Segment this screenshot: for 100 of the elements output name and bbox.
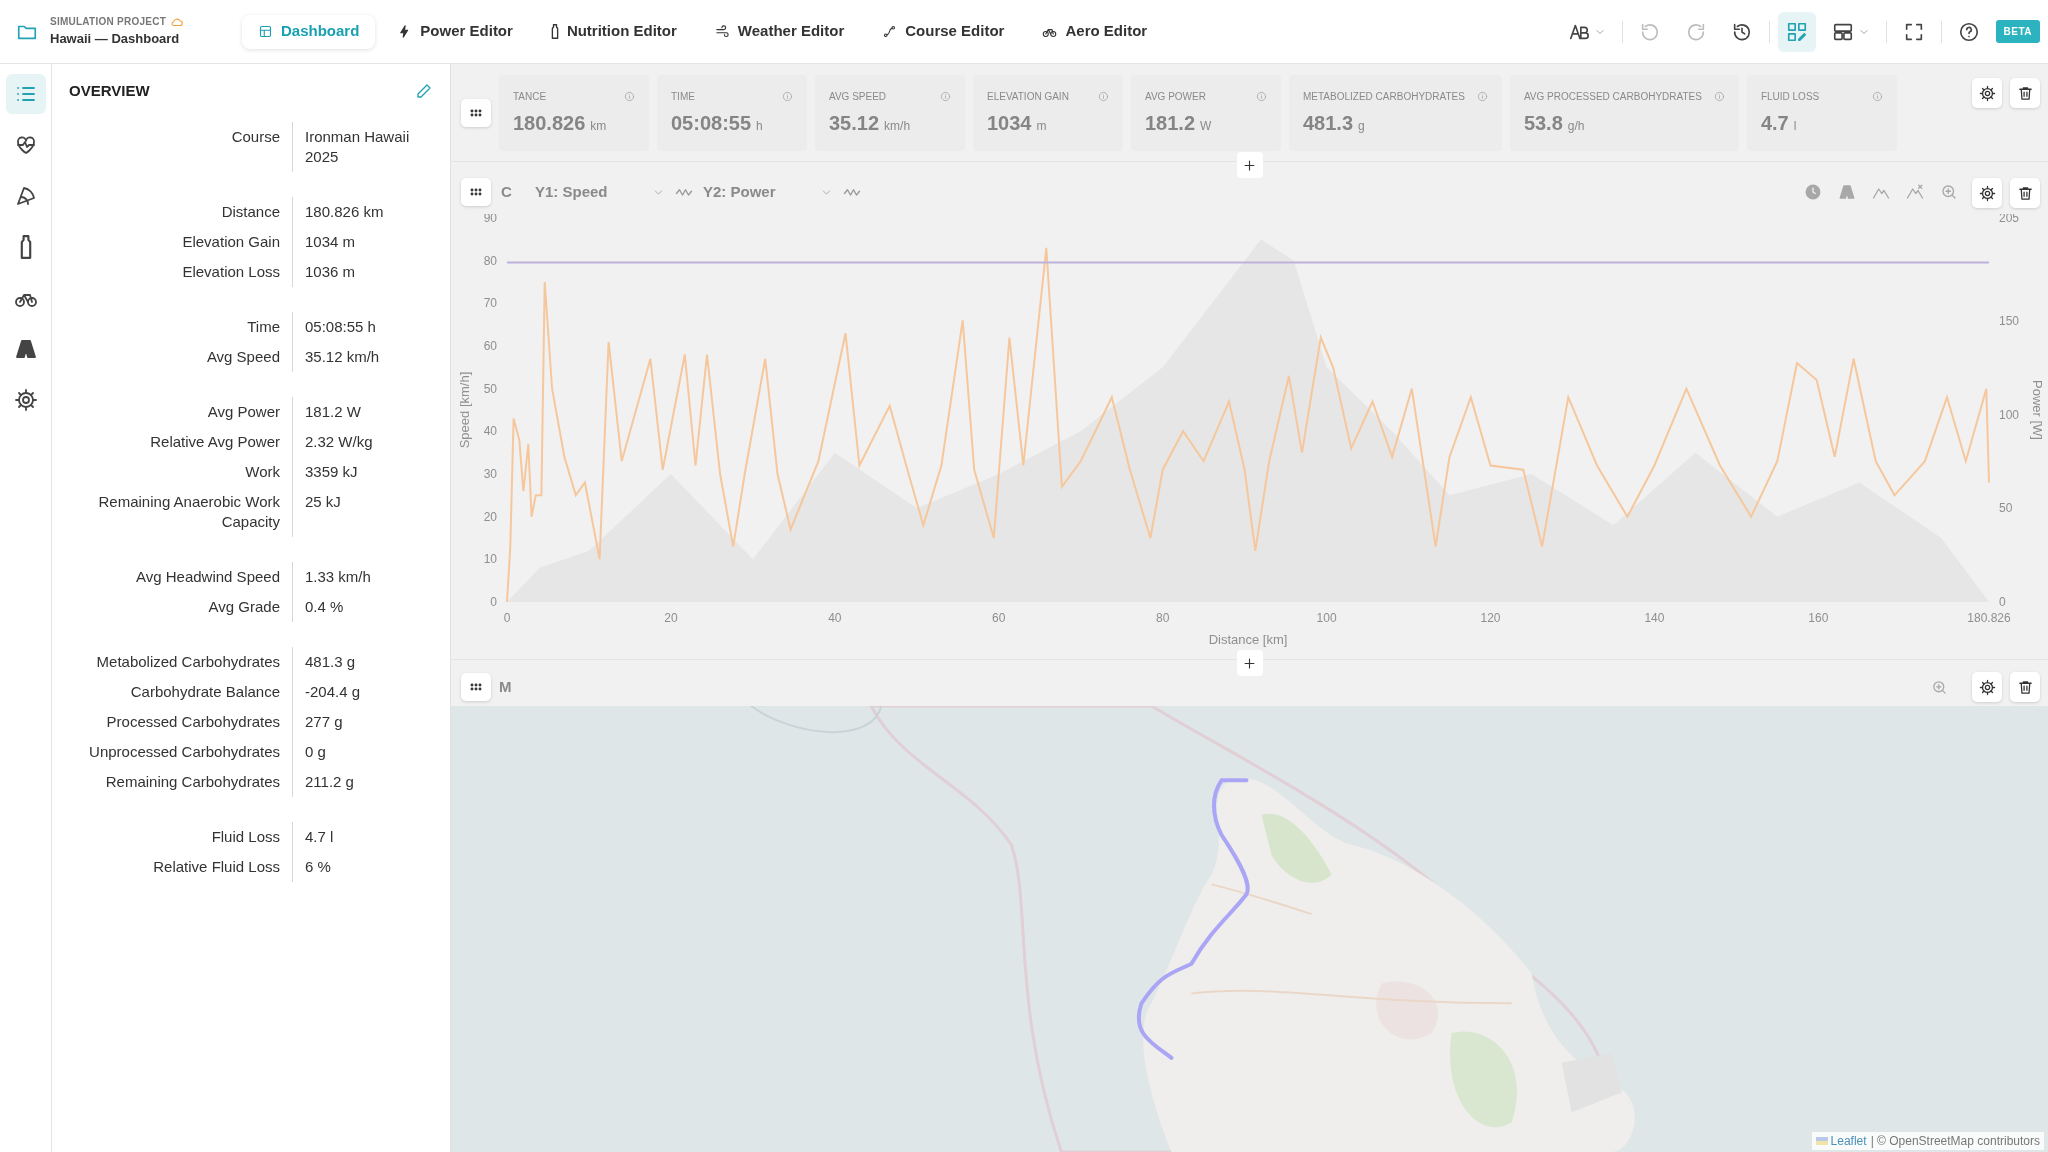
metric-label: AVG SPEED (829, 89, 887, 104)
metric-label: ELEVATION GAIN (987, 89, 1069, 104)
field-value: Ironman Hawaii 2025 (305, 127, 411, 167)
field-label: Relative Avg Power (150, 432, 280, 452)
field-label: Avg Headwind Speed (136, 567, 280, 587)
metric-value: 35.12 (829, 110, 880, 136)
metric-unit: h (756, 117, 763, 135)
field-value: 211.2 g (305, 772, 355, 792)
delete-button[interactable] (2010, 178, 2040, 208)
info-icon (1713, 90, 1725, 102)
field-value: 181.2 W (305, 402, 362, 422)
tick-label: 120 (1480, 611, 1501, 625)
field-label: Elevation Gain (182, 232, 280, 252)
tab[interactable]: Nutrition Editor (534, 14, 693, 49)
field-value: 35.12 km/h (305, 347, 381, 367)
project-title: Hawaii — Dashboard (50, 30, 181, 49)
field-value: -204.4 g (305, 682, 362, 702)
tab[interactable]: Course Editor (866, 14, 1021, 49)
field-value: 3359 kJ (305, 462, 359, 482)
panel-title: M (499, 676, 512, 697)
tick-label: 70 (483, 296, 497, 311)
add-widget-button[interactable] (1236, 152, 1263, 178)
dashboard-edit-icon (1785, 20, 1808, 43)
field-value: 0 g (305, 742, 327, 762)
axis-title: Speed [km/h] (457, 371, 472, 449)
flag-icon (1815, 1137, 1828, 1145)
field-value: 6 % (305, 857, 332, 877)
field-value: 4.7 l (305, 827, 335, 847)
metric-label: AVG POWER (1145, 89, 1206, 104)
field-value: 277 g (305, 712, 344, 732)
metric-unit: W (1200, 117, 1212, 135)
attribution-text: | © OpenStreetMap contributors (1870, 1133, 2040, 1150)
metric-value: 05:08:55 (671, 110, 752, 136)
metric-unit: l (1793, 117, 1797, 135)
tick-label: 160 (1808, 611, 1829, 625)
project-label: SIMULATION PROJECT (50, 15, 166, 30)
delete-button[interactable] (2010, 672, 2040, 702)
field-label: Carbohydrate Balance (130, 682, 280, 702)
plus-icon (1242, 157, 1257, 173)
tick-label: 60 (483, 339, 497, 353)
axis-title: Power [W] (2030, 380, 2045, 440)
tick-label: 100 (1999, 407, 2020, 422)
metric-value: 1034 (987, 110, 1032, 136)
tick-label: 100 (1316, 611, 1337, 625)
field-value: 180.826 km (305, 202, 385, 222)
delete-button[interactable] (2010, 78, 2040, 108)
tab[interactable]: Weather Editor (698, 14, 861, 49)
tab[interactable]: Aero Editor (1026, 14, 1164, 49)
field-value: 1036 m (305, 262, 357, 282)
metric-value: 53.8 (1523, 110, 1563, 136)
field-label: Remaining Anaerobic Work Capacity (97, 492, 280, 532)
drag-handle[interactable] (461, 98, 491, 127)
settings-icon (1978, 184, 1996, 202)
metric-label: AVG PROCESSED CARBOHYDRATES (1523, 89, 1702, 104)
info-icon (782, 90, 793, 102)
beta-badge: BETA (1995, 20, 2040, 43)
field-value: 2.32 W/kg (305, 432, 374, 452)
settings-button[interactable] (1972, 672, 2002, 702)
metric-label: METABOLIZED CARBOHYDRATES (1303, 89, 1465, 104)
panel-title: OVERVIEW (69, 80, 150, 101)
field-label: Avg Power (207, 402, 280, 422)
info-icon (1476, 90, 1488, 102)
tick-label: 10 (483, 552, 497, 567)
metric-unit: km/h (884, 117, 911, 135)
metric-unit: km (590, 117, 607, 135)
tick-label: 60 (992, 611, 1006, 625)
field-label: Fluid Loss (211, 827, 280, 847)
settings-button[interactable] (1972, 78, 2002, 108)
tick-label: 0 (503, 611, 511, 625)
metric-label: FLUID LOSS (1760, 89, 1820, 104)
field-value: 25 kJ (305, 492, 342, 512)
dashboard-edit-button[interactable] (1777, 11, 1816, 52)
metric-unit: g/h (1567, 117, 1585, 135)
attribution-link[interactable]: Leaflet (1815, 1132, 1867, 1150)
tick-label: 80 (1156, 611, 1170, 625)
bottle-icon (550, 24, 559, 39)
field-value: 05:08:55 h (305, 317, 377, 337)
field-label: Distance (221, 202, 280, 222)
road-icon (13, 337, 38, 361)
list-nav-button[interactable] (5, 74, 46, 114)
field-value: 1.33 km/h (305, 567, 372, 587)
tick-label: 90 (483, 214, 497, 225)
metric-value: 181.2 (1145, 110, 1196, 136)
pencil-icon[interactable] (415, 82, 433, 100)
metric-value: 4.7 (1760, 110, 1789, 136)
field-label: Elevation Loss (182, 262, 280, 282)
metric-label: TIME (671, 89, 695, 104)
info-icon (624, 90, 635, 102)
field-value: 1034 m (305, 232, 357, 252)
add-widget-button[interactable] (1236, 650, 1263, 676)
trash-icon (2016, 184, 2034, 202)
drag-handle[interactable] (461, 673, 491, 701)
field-label: Course (231, 127, 280, 147)
settings-button[interactable] (1972, 178, 2002, 208)
tab[interactable]: Power Editor (381, 14, 529, 49)
metric-unit: m (1036, 117, 1047, 135)
drag-handle[interactable] (461, 178, 491, 206)
trash-icon (2016, 678, 2034, 696)
tick-label: 180.826 (1967, 611, 2011, 625)
tick-label: 0 (490, 595, 497, 609)
